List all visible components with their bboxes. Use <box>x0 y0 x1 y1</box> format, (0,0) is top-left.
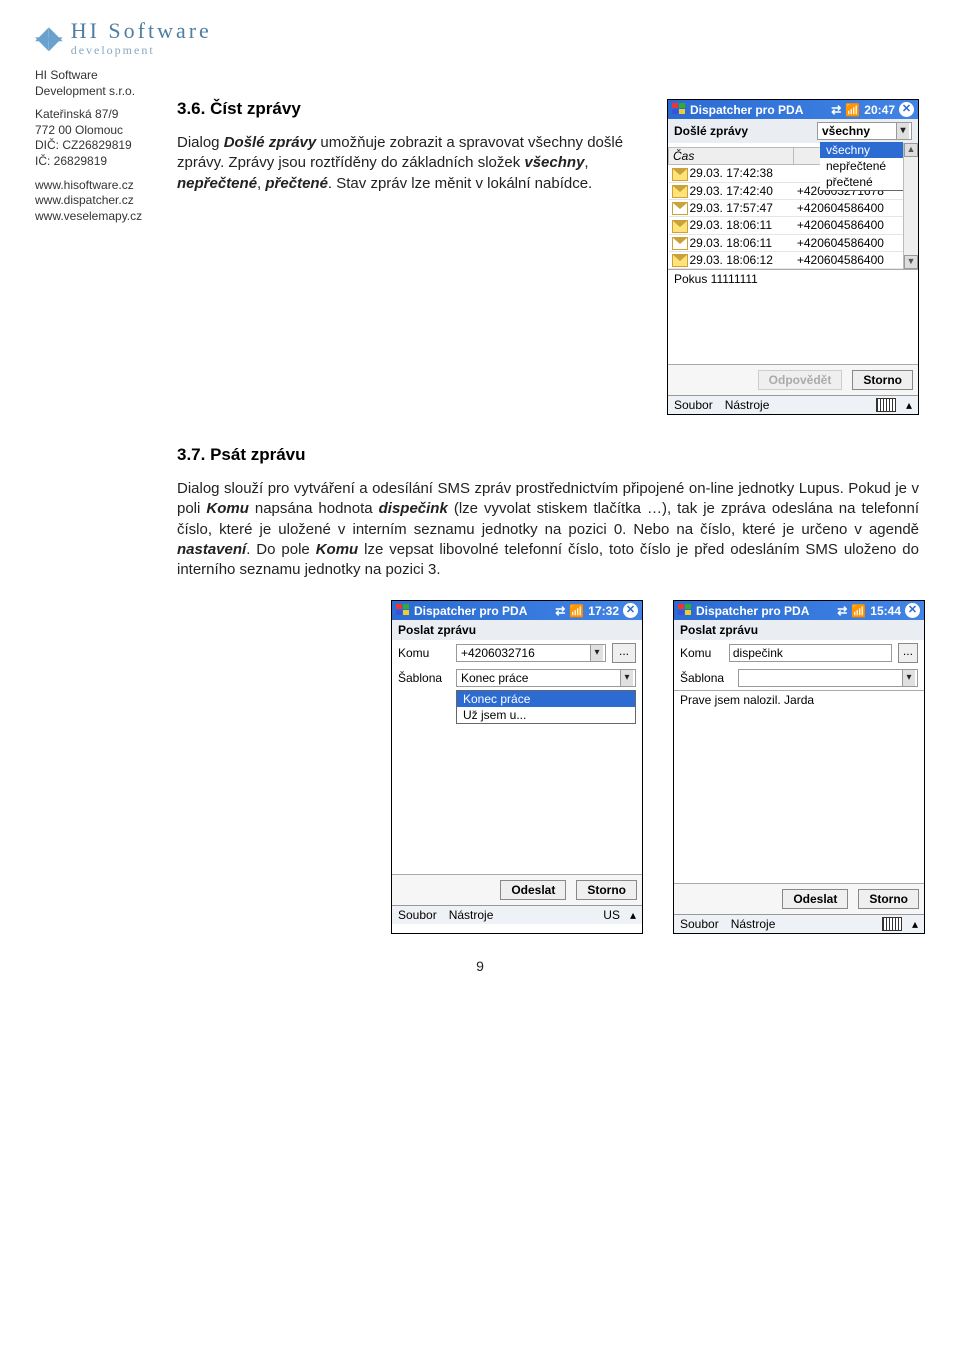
pda-send-1: Dispatcher pro PDA ⇄ 📶 17:32 ✕ Poslat zp… <box>391 600 643 934</box>
pda2-tpl-opt-0[interactable]: Konec práce <box>457 691 635 707</box>
pda2-tpl-label: Šablona <box>398 671 450 685</box>
mail-open-icon <box>672 202 688 215</box>
keyboard-icon[interactable] <box>882 917 902 931</box>
scroll-down-icon[interactable]: ▼ <box>904 255 918 269</box>
menu-tools[interactable]: Nástroje <box>731 917 776 931</box>
pda1-title: Dispatcher pro PDA <box>690 103 803 117</box>
pda3-to-field[interactable] <box>729 644 892 662</box>
pda2-dots-button[interactable]: ... <box>612 643 636 663</box>
pda2-tpl-opt-1[interactable]: Už jsem u... <box>457 707 635 723</box>
pda1-preview: Pokus 11111111 <box>668 269 918 294</box>
pda3-clock: 15:44 <box>870 604 901 618</box>
pda1-filter-opt-1[interactable]: nepřečtené <box>820 158 903 174</box>
pda-inbox: Dispatcher pro PDA ⇄ 📶 20:47 ✕ Došlé zpr… <box>667 99 919 415</box>
pda1-filter-opt-2[interactable]: přečtené <box>820 174 903 190</box>
mail-closed-icon <box>672 185 688 198</box>
page-number: 9 <box>35 958 925 974</box>
company-dic: DIČ: CZ26829819 <box>35 138 155 154</box>
menu-tools[interactable]: Nástroje <box>725 398 770 412</box>
section-37-para: Dialog slouží pro vytváření a odesílání … <box>177 479 919 580</box>
company-ic: IČ: 26829819 <box>35 154 155 170</box>
send-button[interactable]: Odeslat <box>500 880 566 900</box>
sip-up-icon[interactable]: ▴ <box>912 917 918 931</box>
windows-flag-icon <box>678 604 692 617</box>
company-form: Development s.r.o. <box>35 84 925 100</box>
company-addr2: 772 00 Olomouc <box>35 123 155 139</box>
signal-icon: 📶 <box>851 604 866 618</box>
menu-file[interactable]: Soubor <box>680 917 719 931</box>
pda1-clock: 20:47 <box>864 103 895 117</box>
mail-closed-icon <box>672 254 688 267</box>
scroll-up-icon[interactable]: ▲ <box>904 143 918 157</box>
logo: ◢◣◥◤ HI Software development <box>35 20 925 56</box>
close-icon[interactable]: ✕ <box>899 102 914 117</box>
pda3-dots-button[interactable]: ... <box>898 643 918 663</box>
logo-brand: HI Software <box>71 20 212 42</box>
company-url3: www.veselemapy.cz <box>35 209 155 225</box>
sync-icon: ⇄ <box>555 604 565 618</box>
menu-file[interactable]: Soubor <box>398 908 437 922</box>
cancel-button[interactable]: Storno <box>576 880 637 900</box>
logo-sub: development <box>71 44 212 56</box>
pda3-body[interactable]: Prave jsem nalozil. Jarda <box>674 690 924 815</box>
keyboard-icon[interactable] <box>876 398 896 412</box>
company-sidebar: Kateřinská 87/9 772 00 Olomouc DIČ: CZ26… <box>35 99 155 590</box>
signal-icon: 📶 <box>569 604 584 618</box>
mail-open-icon <box>672 237 688 250</box>
table-row[interactable]: 29.03. 18:06:12+420604586400 <box>669 251 903 268</box>
cancel-button[interactable]: Storno <box>858 889 919 909</box>
company-addr1: Kateřinská 87/9 <box>35 107 155 123</box>
table-row[interactable]: 29.03. 18:06:11+420604586400 <box>669 217 903 234</box>
pda-send-2: Dispatcher pro PDA ⇄ 📶 15:44 ✕ Poslat zp… <box>673 600 925 934</box>
table-row[interactable]: 29.03. 17:57:47+420604586400 <box>669 199 903 216</box>
menu-tools[interactable]: Nástroje <box>449 908 494 922</box>
pda3-tpl-select[interactable] <box>738 669 918 687</box>
sip-up-icon[interactable]: ▴ <box>906 398 912 412</box>
section-36-title: 3.6. Číst zprávy <box>177 99 655 119</box>
section-36-para: Dialog Došlé zprávy umožňuje zobrazit a … <box>177 133 655 194</box>
windows-flag-icon <box>672 103 686 116</box>
pda3-screen-title: Poslat zprávu <box>680 623 758 637</box>
pda2-clock: 17:32 <box>588 604 619 618</box>
mail-closed-icon <box>672 220 688 233</box>
pda3-to-label: Komu <box>680 646 723 660</box>
table-row[interactable]: 29.03. 18:06:11+420604586400 <box>669 234 903 251</box>
company-url1: www.hisoftware.cz <box>35 178 155 194</box>
reply-button[interactable]: Odpovědět <box>758 370 843 390</box>
pda1-col-time: Čas <box>669 148 794 165</box>
sip-up-icon[interactable]: ▴ <box>630 908 636 922</box>
pda1-filter-selected[interactable]: všechny <box>817 122 912 140</box>
pda3-tpl-label: Šablona <box>680 671 732 685</box>
pda1-scrollbar[interactable]: ▲ ▼ <box>903 143 918 269</box>
send-button[interactable]: Odeslat <box>782 889 848 909</box>
pda2-to-label: Komu <box>398 646 450 660</box>
sync-icon: ⇄ <box>831 103 841 117</box>
pda2-tpl-select[interactable]: Konec práce <box>456 669 636 687</box>
windows-flag-icon <box>396 604 410 617</box>
kb-label[interactable]: US <box>603 908 620 922</box>
company-url2: www.dispatcher.cz <box>35 193 155 209</box>
close-icon[interactable]: ✕ <box>905 603 920 618</box>
section-37-title: 3.7. Psát zprávu <box>177 445 919 465</box>
company-name-block: HI Software Development s.r.o. <box>35 68 925 99</box>
pda1-filter-opt-0[interactable]: všechny <box>820 142 903 158</box>
sync-icon: ⇄ <box>837 604 847 618</box>
mail-closed-icon <box>672 168 688 181</box>
pda1-screen-title: Došlé zprávy <box>674 124 748 138</box>
signal-icon: 📶 <box>845 103 860 117</box>
pda3-title: Dispatcher pro PDA <box>696 604 809 618</box>
pda2-title: Dispatcher pro PDA <box>414 604 527 618</box>
menu-file[interactable]: Soubor <box>674 398 713 412</box>
cancel-button[interactable]: Storno <box>852 370 913 390</box>
logo-mark-icon: ◢◣◥◤ <box>35 28 63 48</box>
close-icon[interactable]: ✕ <box>623 603 638 618</box>
pda2-screen-title: Poslat zprávu <box>398 623 476 637</box>
pda2-to-field[interactable]: +4206032716 <box>456 644 606 662</box>
company-name: HI Software <box>35 68 925 84</box>
